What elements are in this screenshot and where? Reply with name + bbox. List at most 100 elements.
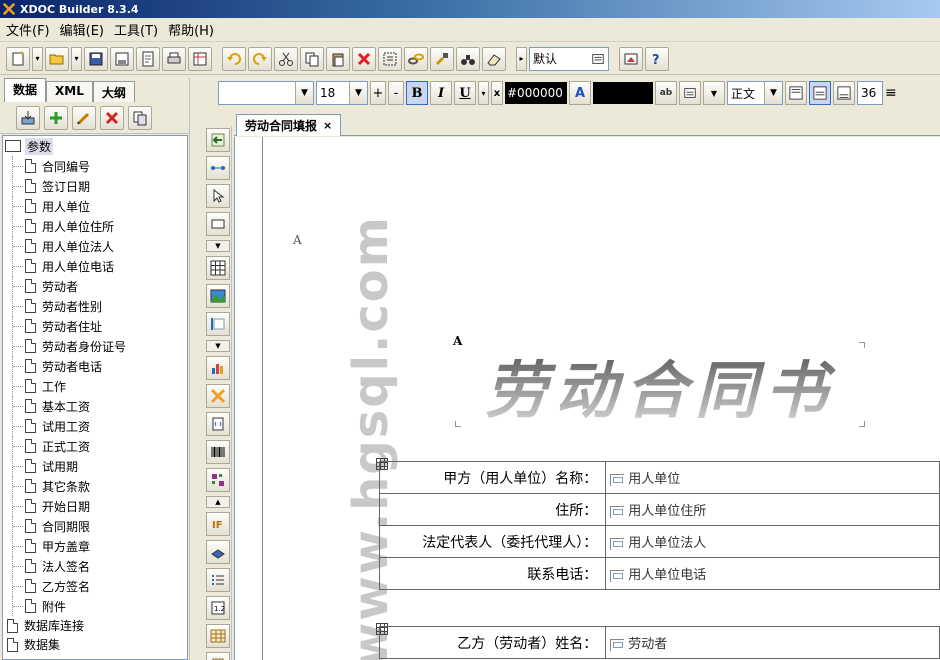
xdoc-button[interactable] xyxy=(206,384,230,408)
font-color-icon[interactable]: A xyxy=(569,81,591,105)
tree-node-param[interactable]: 乙方签名 xyxy=(3,576,187,596)
tree-node-param[interactable]: 用人单位住所 xyxy=(3,216,187,236)
new-document-button[interactable] xyxy=(6,46,30,71)
field-value-cell[interactable]: 用人单位 xyxy=(605,461,940,494)
tree-node-params[interactable]: 参数 xyxy=(3,136,187,156)
frame-dropdown[interactable]: ▼ xyxy=(206,340,230,352)
tree-node-param[interactable]: 劳动者身份证号 xyxy=(3,336,187,356)
select-pointer-button[interactable] xyxy=(206,184,230,208)
align-left-button[interactable] xyxy=(785,81,807,105)
chevron-down-icon[interactable]: ▼ xyxy=(764,82,782,104)
font-color-field[interactable]: #000000 xyxy=(505,82,567,104)
preview-button[interactable] xyxy=(619,46,643,71)
print-preview-button[interactable] xyxy=(188,46,212,71)
bold-button[interactable]: B xyxy=(406,81,428,105)
menu-edit[interactable]: 编辑(E) xyxy=(58,20,112,39)
align-middle-button[interactable] xyxy=(809,81,831,105)
open-button[interactable] xyxy=(45,46,69,71)
text-frame-button[interactable] xyxy=(206,312,230,336)
line-spacing-field[interactable]: 36 xyxy=(857,81,883,105)
book-button[interactable] xyxy=(206,540,230,564)
tab-xml[interactable]: XML xyxy=(46,81,93,102)
panel-splitter[interactable] xyxy=(189,78,197,660)
delete-button[interactable] xyxy=(352,46,376,71)
cut-button[interactable] xyxy=(274,46,298,71)
field-value-cell[interactable]: 用人单位法人 xyxy=(605,525,940,558)
line-spacing-icon[interactable]: ≡ xyxy=(885,85,897,101)
chart-button[interactable] xyxy=(206,356,230,380)
border-button[interactable] xyxy=(679,81,701,105)
tree-node-db-connection[interactable]: 数据库连接 xyxy=(3,616,187,635)
tab-labor-contract[interactable]: 劳动合同填报 × xyxy=(236,114,342,136)
background-color-field[interactable] xyxy=(593,82,653,104)
tree-node-param[interactable]: 附件 xyxy=(3,596,187,616)
style-select[interactable]: 默认 xyxy=(529,46,609,71)
eraser-button[interactable] xyxy=(482,46,506,71)
find-button[interactable] xyxy=(456,46,480,71)
tree-node-param[interactable]: 劳动者 xyxy=(3,276,187,296)
tree-node-param[interactable]: 签订日期 xyxy=(3,176,187,196)
code-dropdown[interactable]: ▲ xyxy=(206,496,230,508)
redo-button[interactable] xyxy=(248,46,272,71)
tree-node-param[interactable]: 用人单位 xyxy=(3,196,187,216)
tree-node-param[interactable]: 试用工资 xyxy=(3,416,187,436)
tree-node-param[interactable]: 其它条款 xyxy=(3,476,187,496)
tree-node-param[interactable]: 合同编号 xyxy=(3,156,187,176)
format-painter-button[interactable] xyxy=(430,46,454,71)
image-button[interactable] xyxy=(206,284,230,308)
more-button[interactable] xyxy=(206,652,230,660)
insert-field-button[interactable] xyxy=(206,128,230,152)
menu-help[interactable]: 帮助(H) xyxy=(166,20,222,39)
menu-tools[interactable]: 工具(T) xyxy=(112,20,166,39)
font-name-combo[interactable]: ▼ xyxy=(218,81,314,105)
save-button[interactable] xyxy=(84,46,108,71)
tree-node-param[interactable]: 法人签名 xyxy=(3,556,187,576)
tree-node-param[interactable]: 劳动者住址 xyxy=(3,316,187,336)
paragraph-style-combo[interactable]: 正文 ▼ xyxy=(727,81,783,105)
tab-data[interactable]: 数据 xyxy=(4,78,47,102)
chevron-down-icon[interactable]: ▼ xyxy=(295,82,313,104)
import-button[interactable] xyxy=(16,105,40,130)
qrcode-button[interactable] xyxy=(206,468,230,492)
page-number-button[interactable]: 1.2 xyxy=(206,596,230,620)
copy-button[interactable] xyxy=(300,46,324,71)
chevron-down-icon[interactable]: ▼ xyxy=(349,82,367,104)
script-button[interactable] xyxy=(206,412,230,436)
condition-button[interactable]: IF xyxy=(206,512,230,536)
document-title-frame[interactable]: 劳动合同书 xyxy=(455,342,865,427)
underline-dropdown[interactable]: ▾ xyxy=(478,81,489,105)
field-value-cell[interactable]: 用人单位住所 xyxy=(605,493,940,526)
add-button[interactable] xyxy=(44,105,68,130)
document-canvas[interactable]: A www.hgsql.com A 劳动合同书 甲方（用人单位）名称： 用人单位住… xyxy=(234,137,940,660)
tree-node-param[interactable]: 开始日期 xyxy=(3,496,187,516)
field-value-cell[interactable]: 用人单位电话 xyxy=(605,557,940,590)
help-button[interactable]: ? xyxy=(645,46,669,71)
underline-button[interactable]: U xyxy=(454,81,476,105)
new-document-dropdown[interactable]: ▾ xyxy=(32,46,43,71)
open-dropdown[interactable]: ▾ xyxy=(71,46,82,71)
increase-font-button[interactable]: + xyxy=(370,81,386,105)
shape-dropdown[interactable]: ▼ xyxy=(206,240,230,252)
print-button[interactable] xyxy=(162,46,186,71)
tree-node-param[interactable]: 甲方盖章 xyxy=(3,536,187,556)
menu-file[interactable]: 文件(F) xyxy=(4,20,58,39)
table-button[interactable] xyxy=(206,256,230,280)
grid-table-button[interactable] xyxy=(206,624,230,648)
tree-node-param[interactable]: 试用期 xyxy=(3,456,187,476)
remove-button[interactable] xyxy=(100,105,124,130)
style-dropdown-toggle[interactable]: ▸ xyxy=(516,46,527,71)
list-button[interactable] xyxy=(206,568,230,592)
tree-node-param[interactable]: 用人单位法人 xyxy=(3,236,187,256)
tree-node-dataset[interactable]: 数据集 xyxy=(3,635,187,654)
page-setup-button[interactable] xyxy=(136,46,160,71)
border-dropdown[interactable]: ▼ xyxy=(703,81,725,105)
connector-button[interactable] xyxy=(206,156,230,180)
decrease-font-button[interactable]: - xyxy=(388,81,404,105)
field-value-cell[interactable]: 劳动者 xyxy=(605,626,940,659)
tree-node-param[interactable]: 劳动者性别 xyxy=(3,296,187,316)
tree-node-param[interactable]: 基本工资 xyxy=(3,396,187,416)
tree-node-param[interactable]: 劳动者电话 xyxy=(3,356,187,376)
tree-node-param[interactable]: 正式工资 xyxy=(3,436,187,456)
tab-outline[interactable]: 大纲 xyxy=(92,81,135,102)
paste-button[interactable] xyxy=(326,46,350,71)
